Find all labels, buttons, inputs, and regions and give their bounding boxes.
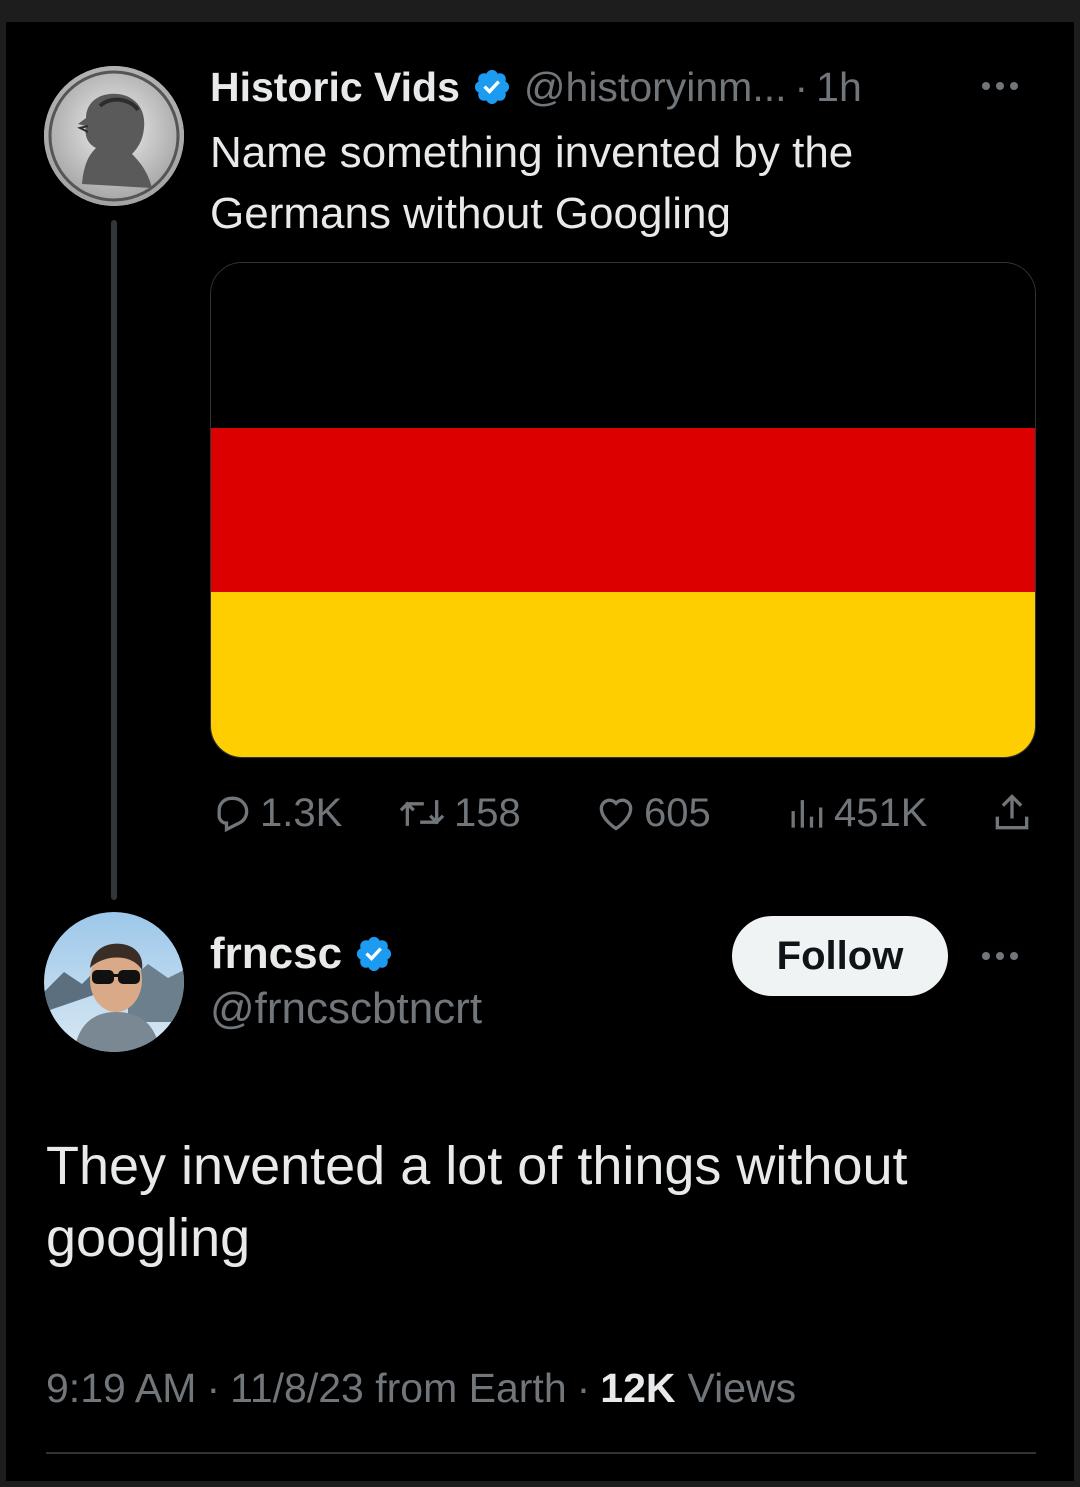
reply-meta-line: 9:19 AM · 11/8/23 from Earth · 12K Views — [46, 1360, 796, 1416]
tweet-action-bar: 1.3K 158 605 451K — [210, 786, 1036, 840]
share-button[interactable] — [990, 786, 1040, 840]
repost-icon — [399, 800, 445, 826]
header-separator: · — [794, 63, 809, 110]
repost-count: 158 — [454, 790, 521, 835]
heart-icon — [599, 798, 633, 831]
historic-vids-avatar[interactable] — [44, 66, 184, 206]
share-icon — [995, 794, 1029, 830]
reply-time[interactable]: 9:19 AM — [46, 1365, 196, 1412]
reply-views-label: Views — [687, 1364, 797, 1411]
german-flag-image[interactable] — [210, 262, 1036, 758]
like-button[interactable]: 605 — [594, 786, 711, 840]
bust-portrait-icon — [44, 66, 184, 206]
reply-count: 1.3K — [260, 790, 343, 835]
reply-date-source: 11/8/23 from Earth — [230, 1364, 567, 1411]
reply-author-row: frncsc — [210, 926, 394, 982]
original-author-name[interactable]: Historic Vids — [210, 64, 460, 111]
frncsc-avatar[interactable] — [44, 912, 184, 1052]
reply-author-handle[interactable]: @frncscbtncrt — [210, 984, 482, 1034]
follow-button[interactable]: Follow — [732, 916, 948, 996]
reply-author-name[interactable]: frncsc — [210, 929, 342, 979]
verified-badge-icon — [356, 936, 392, 972]
repost-button[interactable]: 158 — [396, 786, 521, 840]
analytics-icon — [791, 800, 823, 828]
person-photo-avatar — [44, 912, 184, 1052]
meta-separator: · — [206, 1364, 221, 1411]
reply-tweet-text: They invented a lot of things without go… — [46, 1136, 908, 1268]
reply-icon — [217, 796, 249, 833]
original-author-handle[interactable]: @historyinm... — [524, 64, 787, 111]
reply-button[interactable]: 1.3K — [210, 786, 342, 840]
thread-connector-line — [111, 220, 117, 900]
reply-more-options-icon[interactable] — [982, 952, 1018, 960]
bottom-divider — [46, 1452, 1036, 1454]
verified-badge-icon — [474, 69, 509, 105]
tweet-timestamp[interactable]: 1h — [816, 64, 862, 111]
original-tweet-text: Name something invented by the Germans w… — [210, 128, 854, 238]
more-options-icon[interactable] — [982, 82, 1018, 90]
meta-separator: · — [576, 1364, 591, 1411]
like-count: 605 — [644, 790, 711, 835]
flag-stripe-red — [211, 427, 1035, 593]
original-tweet-header: Historic Vids @historyinm... · 1h — [210, 60, 862, 114]
views-button[interactable]: 451K — [784, 786, 927, 840]
flag-stripe-gold — [211, 592, 1035, 757]
reply-views-count: 12K — [600, 1364, 676, 1411]
flag-stripe-black — [211, 263, 1035, 428]
views-count: 451K — [834, 790, 928, 835]
